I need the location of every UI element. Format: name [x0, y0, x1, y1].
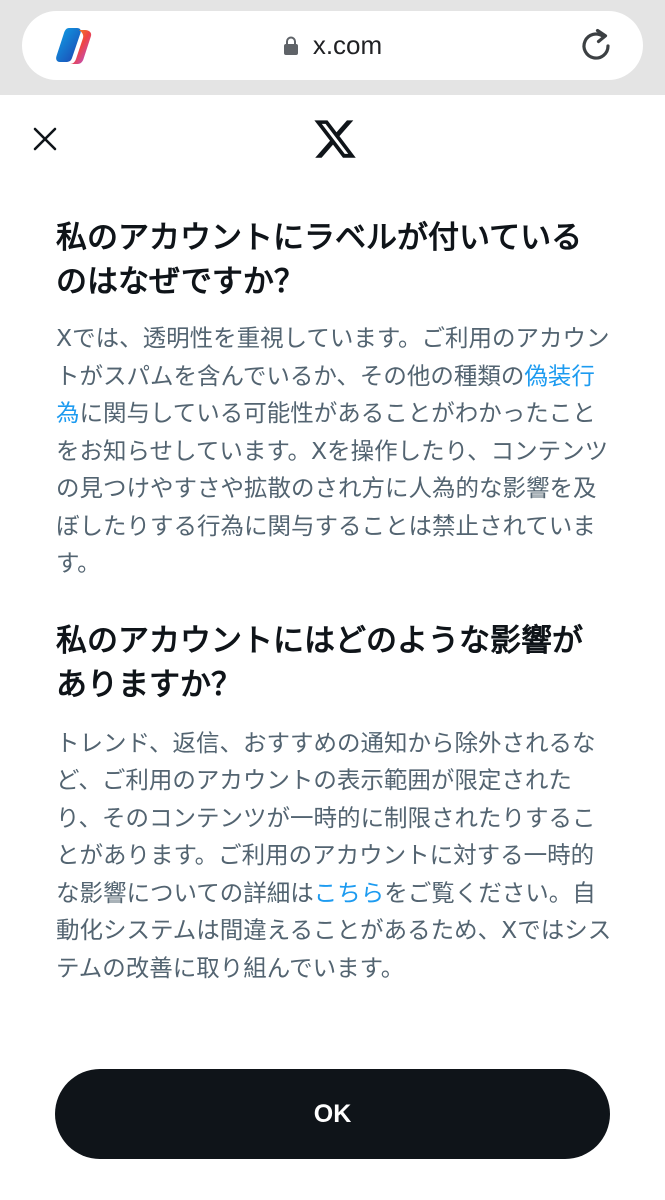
close-icon[interactable]: [31, 125, 59, 153]
browser-toolbar: x.com: [0, 0, 665, 95]
address-bar[interactable]: x.com: [22, 11, 643, 80]
help-content: 私のアカウントにラベルが付いているのはなぜですか？ Xでは、透明性を重視していま…: [56, 216, 612, 987]
x-logo-icon: [314, 120, 356, 158]
section1-text-b: に関与している可能性があることがわかったことをお知らせしています。Xを操作したり…: [56, 399, 609, 577]
copilot-icon[interactable]: [52, 24, 96, 68]
url-display[interactable]: x.com: [22, 11, 643, 80]
section2-body: トレンド、返信、おすすめの通知から除外されるなど、ご利用のアカウントの表示範囲が…: [56, 725, 612, 988]
section1-heading: 私のアカウントにラベルが付いているのはなぜですか？: [56, 220, 583, 300]
section-why-labeled: 私のアカウントにラベルが付いているのはなぜですか？ Xでは、透明性を重視していま…: [56, 216, 612, 583]
section2-heading: 私のアカウントにはどのような影響がありますか？: [56, 622, 583, 703]
lock-icon: [283, 36, 298, 55]
details-link[interactable]: こちら: [314, 879, 385, 907]
section-impact: 私のアカウントにはどのような影響がありますか？ トレンド、返信、おすすめの通知か…: [56, 619, 612, 988]
section1-body: Xでは、透明性を重視しています。ご利用のアカウントがスパムを含んでいるか、その他…: [56, 320, 612, 583]
ok-button[interactable]: OK: [55, 1069, 610, 1159]
reload-icon[interactable]: [577, 27, 615, 65]
url-text[interactable]: x.com: [313, 30, 382, 61]
